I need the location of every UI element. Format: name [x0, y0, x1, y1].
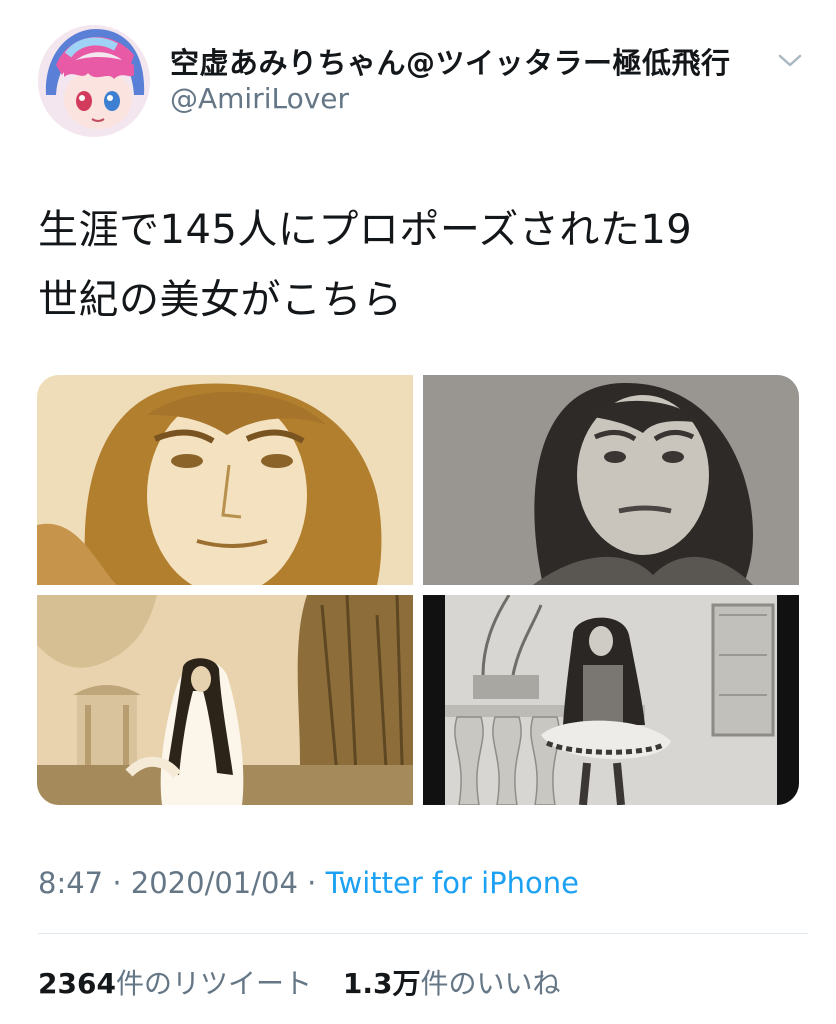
- tweet-stats: 2364件のリツイート 1.3万件のいいね: [38, 962, 582, 1002]
- tweet-text: 生涯で145人にプロポーズされた19 世紀の美女がこちら: [38, 195, 798, 335]
- retweets-label: 件のリツイート: [115, 967, 312, 1000]
- photo-4[interactable]: [423, 595, 799, 805]
- likes-label: 件のいいね: [420, 967, 561, 1000]
- author-display-name[interactable]: 空虚あみりちゃん@ツイッタラー極低飛行: [170, 40, 731, 82]
- photo-1[interactable]: [37, 375, 413, 585]
- timestamp[interactable]: 8:47 · 2020/01/04 ·: [38, 866, 326, 900]
- avatar[interactable]: [38, 25, 150, 137]
- likes-count: 1.3万: [342, 967, 421, 1000]
- divider: [38, 933, 808, 934]
- tweet-text-line: 生涯で145人にプロポーズされた19: [38, 207, 693, 253]
- chevron-down-icon[interactable]: [776, 50, 804, 70]
- tweet-text-line: 世紀の美女がこちら: [38, 277, 403, 323]
- photo-2[interactable]: [423, 375, 799, 585]
- photo-3[interactable]: [37, 595, 413, 805]
- retweets-stat[interactable]: 2364件のリツイート: [38, 967, 312, 1000]
- likes-stat[interactable]: 1.3万件のいいね: [343, 967, 561, 1000]
- retweets-count: 2364: [38, 967, 116, 1000]
- author-handle[interactable]: @AmiriLover: [170, 82, 349, 115]
- source-link[interactable]: Twitter for iPhone: [326, 866, 579, 900]
- tweet-metadata: 8:47 · 2020/01/04 · Twitter for iPhone: [38, 866, 579, 900]
- media-grid: [37, 375, 799, 805]
